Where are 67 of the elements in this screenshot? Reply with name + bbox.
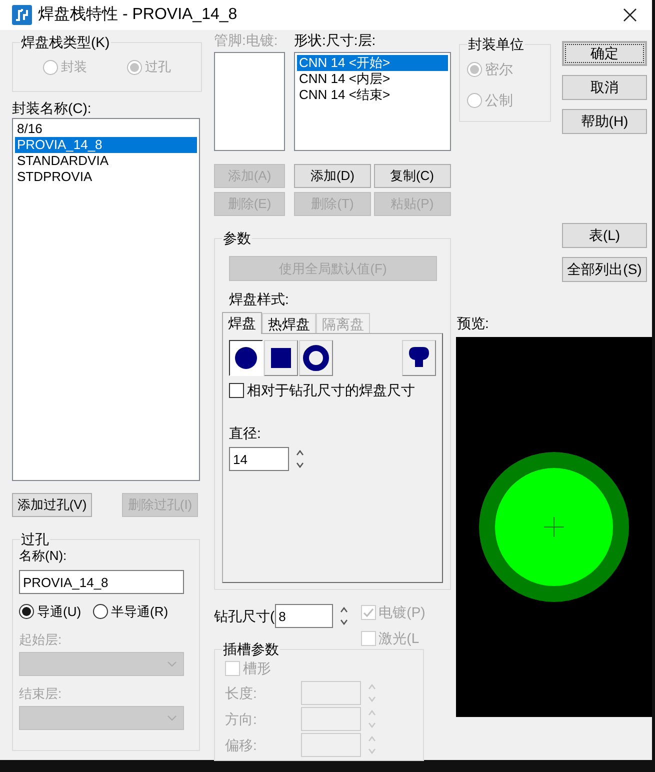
radio-button[interactable] [93,604,108,620]
group-title: 参数 [222,229,252,247]
field-label: 钻孔尺寸( [214,606,275,626]
group-title: 插槽参数 [222,640,280,658]
checkbox-label: 电镀(P) [378,603,426,622]
spinner-icon [295,448,305,470]
group-title: 焊盘栈类型(K) [20,33,111,51]
group-title: 过孔 [20,530,50,548]
field-label: 名称(N): [19,548,68,564]
field-label: 偏移: [225,736,258,754]
dialog-button[interactable]: 取消 [562,75,647,100]
dialog-button[interactable]: 确定 [562,41,647,66]
field-label: 长度: [225,684,258,702]
list-item[interactable]: 8/16 [15,121,197,137]
radio-label: 过孔 [145,58,171,76]
input-field[interactable]: PROVIA_14_8 [19,570,184,594]
dialog-button[interactable]: 添加(D) [294,164,371,188]
pin-list[interactable] [214,52,285,151]
group-title: 封装单位 [467,35,525,53]
list-item[interactable]: CNN 14 <开始> [297,55,448,71]
caret-icon [167,714,177,720]
spinner-icon [367,708,377,730]
field-label: 封装名称(C): [12,100,92,116]
list-item[interactable]: CNN 14 <内层> [297,71,448,87]
spinner-icon [367,682,377,704]
dialog-button[interactable]: 帮助(H) [562,109,647,134]
list-item[interactable]: STANDARDVIA [15,153,197,169]
layer-list[interactable]: CNN 14 <开始> CNN 14 <内层> CNN 14 <结束> [294,52,451,151]
field-label: 结束层: [19,686,63,702]
dialog-button[interactable]: 添加过孔(V) [12,493,92,517]
list-item[interactable]: STDPROVIA [15,169,197,185]
dialog-button[interactable]: 表(L) [562,223,647,248]
radio-label: 公制 [485,91,513,110]
spinner-icon [367,734,377,756]
checkbox[interactable] [229,383,244,398]
input-field[interactable]: 8 [274,604,333,628]
dialog-button[interactable]: 全部列出(S) [562,257,647,282]
app-icon [12,5,32,25]
ring-shape-icon [301,342,331,374]
caret-icon [167,660,177,666]
radio-label: 封装 [61,58,87,76]
dropdown[interactable] [19,706,184,730]
radio-label: 半导通(R) [111,603,168,621]
field-label: 形状:尺寸:层: [294,32,377,48]
checkbox-label: 槽形 [243,659,271,678]
dialog-button[interactable]: 复制(C) [374,164,450,188]
input-field[interactable]: 14 [229,447,289,471]
field-label: 起始层: [19,632,63,648]
list-item[interactable]: CNN 14 <结束> [297,87,448,103]
tab[interactable]: 焊盘 [222,312,262,334]
radio-button[interactable] [19,604,34,620]
list-item[interactable]: PROVIA_14_8 [15,137,197,153]
dropdown[interactable] [19,652,184,676]
package-list[interactable]: 8/16 PROVIA_14_8 STANDARDVIA STDPROVIA [12,118,200,481]
radio-label: 导通(U) [37,603,82,621]
spinner-icon [338,605,349,627]
field-label: 直径: [229,425,262,441]
checkbox-label: 激光(L [378,629,420,648]
field-label: 预览: [457,315,490,331]
field-label: 焊盘样式: [229,291,289,307]
tab[interactable]: 热焊盘 [262,313,316,333]
checkbox-label: 相对于钻孔尺寸的焊盘尺寸 [247,381,415,400]
window-title: 焊盘栈特性 - PROVIA_14_8 [38,4,238,25]
field-label: 管脚:电镀: [214,32,279,48]
pad-shape-button[interactable] [229,340,263,376]
field-label: 方向: [225,710,258,728]
radio-label: 密尔 [485,60,513,79]
